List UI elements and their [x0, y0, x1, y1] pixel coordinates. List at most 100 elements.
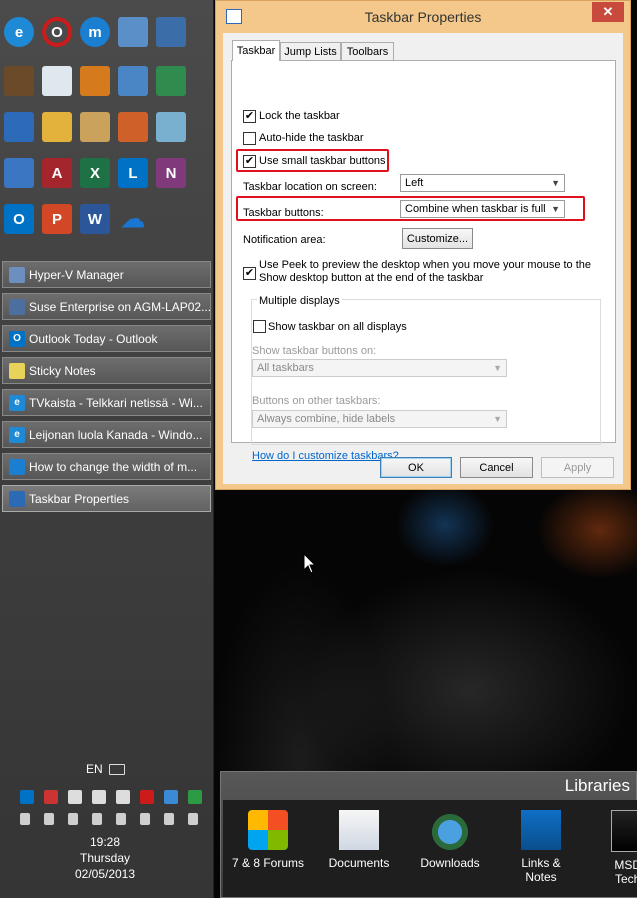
chevron-down-icon: ▼ [551, 204, 560, 214]
control-panel-icon[interactable] [80, 66, 110, 96]
flag-icon[interactable] [92, 813, 102, 825]
onedrive-icon[interactable]: ☁ [118, 204, 148, 234]
task-button[interactable]: Taskbar Properties [2, 485, 211, 512]
auto-hide-checkbox[interactable] [243, 132, 256, 145]
internet-explorer-icon[interactable]: e [4, 17, 34, 47]
molecule-icon[interactable] [156, 66, 186, 96]
outlook-icon: O [9, 330, 25, 347]
taskbar: e Om A X L N O P W ☁ Hyper-V Manager Suse Enterpri… [0, 0, 214, 898]
lync-icon[interactable]: L [118, 158, 148, 188]
task-button[interactable]: Hyper-V Manager [2, 261, 211, 288]
auto-hide-label: Auto-hide the taskbar [259, 132, 364, 144]
task-button[interactable]: Sticky Notes [2, 357, 211, 384]
maxthon-icon[interactable]: m [80, 17, 110, 47]
movie-maker-icon[interactable] [4, 66, 34, 96]
task-label: Leijonan luola Kanada - Windo... [29, 427, 203, 442]
computer-management-icon[interactable] [4, 112, 34, 142]
task-button[interactable]: How to change the width of m... [2, 453, 211, 480]
task-label: Suse Enterprise on AGM-LAP02... [29, 299, 210, 314]
access-icon[interactable]: A [42, 158, 72, 188]
command-prompt-icon [611, 810, 637, 852]
library-item-label: 7 & 8 Forums [231, 856, 305, 870]
task-label: Sticky Notes [29, 363, 96, 378]
clock[interactable]: 19:28 Thursday 02/05/2013 [60, 834, 150, 882]
server-icon[interactable] [156, 112, 186, 142]
computer-settings-icon[interactable] [4, 158, 34, 188]
word-icon[interactable]: W [80, 204, 110, 234]
peek-checkbox[interactable]: ✔ [243, 267, 256, 280]
power-icon[interactable] [140, 813, 150, 825]
location-value: Left [405, 177, 424, 189]
record-icon[interactable] [44, 813, 54, 825]
tab-taskbar[interactable]: Taskbar [232, 40, 280, 61]
excel-icon[interactable]: X [80, 158, 110, 188]
clock-time: 19:28 [89, 835, 121, 849]
library-item[interactable]: Downloads [405, 810, 495, 870]
small-buttons-checkbox[interactable]: ✔ [243, 155, 256, 168]
library-item-label-2: Notes [525, 870, 557, 884]
library-item-label: MSDN [614, 858, 637, 872]
chevron-down-icon: ▼ [551, 178, 560, 188]
remote-desktop-icon[interactable] [156, 17, 186, 47]
peek-label-line1: Use Peek to preview the desktop when you… [259, 259, 592, 271]
task-button[interactable]: e TVkaista - Telkkari netissä - Wi... [2, 389, 211, 416]
tool-tray-icon[interactable] [116, 790, 130, 804]
desktop-icon[interactable] [118, 17, 148, 47]
ok-button[interactable]: OK [380, 457, 452, 478]
network-icon[interactable] [116, 813, 126, 825]
task-button[interactable]: Suse Enterprise on AGM-LAP02... [2, 293, 211, 320]
title-bar[interactable]: Taskbar Properties ✕ [216, 1, 630, 33]
location-dropdown[interactable]: Left ▼ [400, 174, 565, 192]
library-item[interactable]: Links & Notes [496, 810, 586, 884]
cancel-button[interactable]: Cancel [460, 457, 533, 478]
show-all-displays-checkbox[interactable] [253, 320, 266, 333]
bluetooth-icon[interactable] [20, 813, 30, 825]
user-security-icon[interactable] [80, 112, 110, 142]
language-indicator[interactable]: EN [86, 762, 103, 776]
peek-label-line2: Show desktop button at the end of the ta… [259, 272, 484, 284]
task-button[interactable]: e Leijonan luola Kanada - Windo... [2, 421, 211, 448]
close-button[interactable]: ✕ [592, 2, 624, 22]
help-link[interactable]: How do I customize taskbars? [252, 450, 399, 462]
task-label: How to change the width of m... [29, 459, 198, 474]
check-tray-icon[interactable] [188, 790, 202, 804]
taskbar-buttons-label: Taskbar buttons: [243, 207, 324, 219]
network-computer-icon[interactable] [118, 66, 148, 96]
thermometer-icon[interactable] [118, 112, 148, 142]
outlook-tray-icon[interactable] [20, 790, 34, 804]
library-item-label: Links & [521, 856, 561, 870]
apply-button[interactable]: Apply [541, 457, 614, 478]
warning-tray-icon[interactable] [44, 790, 58, 804]
onenote-icon[interactable]: N [156, 158, 186, 188]
copy-icon[interactable] [188, 813, 198, 825]
library-item[interactable]: Documents [314, 810, 404, 870]
opera-icon[interactable]: O [42, 17, 72, 47]
taskbar-buttons-dropdown[interactable]: Combine when taskbar is full ▼ [400, 200, 565, 218]
sync-icon[interactable] [68, 813, 78, 825]
volume-icon[interactable] [164, 813, 174, 825]
task-button[interactable]: O Outlook Today - Outlook [2, 325, 211, 352]
customize-button[interactable]: Customize... [402, 228, 473, 249]
outlook-icon[interactable]: O [4, 204, 34, 234]
file-explorer-icon[interactable] [42, 112, 72, 142]
window-app-icon[interactable] [42, 66, 72, 96]
taskbar-buttons-value: Combine when taskbar is full [405, 203, 546, 215]
library-item[interactable]: MSDNTechN [587, 810, 637, 886]
shield-tray-icon[interactable] [164, 790, 178, 804]
other-taskbars-dropdown[interactable]: Always combine, hide labels ▼ [252, 410, 507, 428]
lock-taskbar-checkbox[interactable]: ✔ [243, 110, 256, 123]
usb-tray-icon[interactable] [92, 790, 106, 804]
library-item[interactable]: 7 & 8 Forums [223, 810, 313, 870]
powerpoint-icon[interactable]: P [42, 204, 72, 234]
show-all-displays-label: Show taskbar on all displays [268, 321, 407, 333]
internet-explorer-icon: e [9, 426, 25, 443]
task-label: Hyper-V Manager [29, 267, 124, 282]
show-buttons-on-dropdown[interactable]: All taskbars ▼ [252, 359, 507, 377]
tab-toolbars[interactable]: Toolbars [341, 42, 394, 61]
keyboard-icon[interactable] [109, 764, 125, 775]
taskbar-properties-icon [9, 490, 25, 507]
tab-jump-lists[interactable]: Jump Lists [280, 42, 341, 61]
opera-tray-icon[interactable] [140, 790, 154, 804]
lock-taskbar-label: Lock the taskbar [259, 110, 340, 122]
onedrive-tray-icon[interactable] [68, 790, 82, 804]
